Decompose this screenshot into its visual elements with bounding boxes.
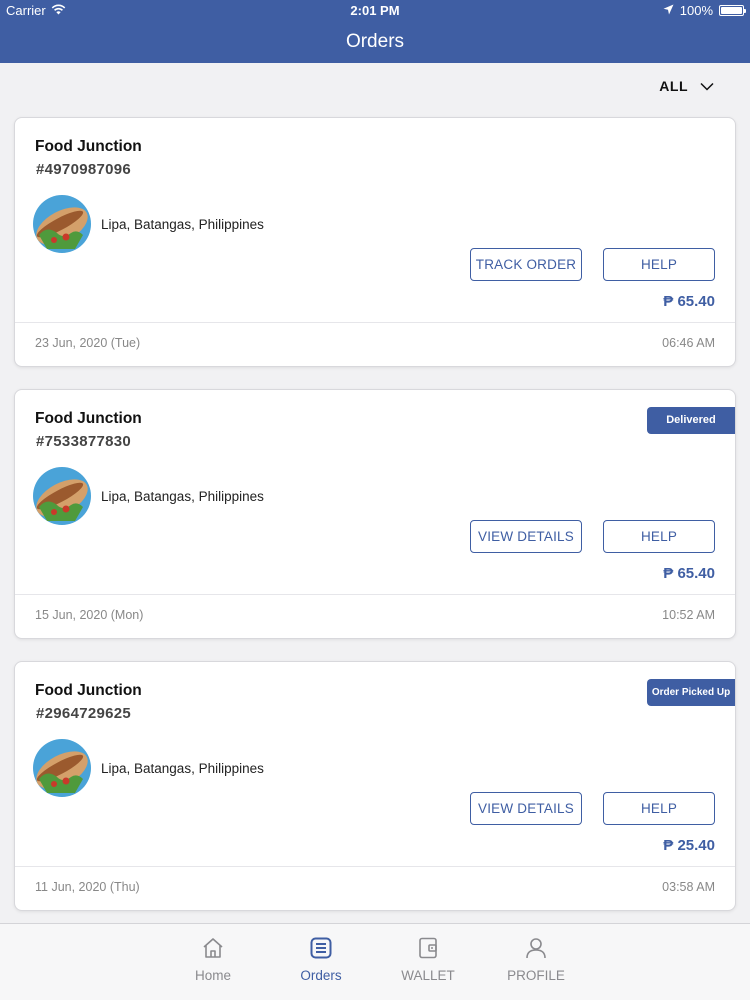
- bottom-tab-bar: Home Orders WALLET PROFILE: [0, 923, 750, 1000]
- order-time: 10:52 AM: [662, 608, 715, 622]
- card-divider: [15, 866, 735, 867]
- tab-label: WALLET: [401, 968, 455, 983]
- order-number: #7533877830: [36, 433, 132, 450]
- food-thumbnail: [33, 195, 91, 253]
- tab-home[interactable]: Home: [168, 936, 258, 983]
- status-time: 2:01 PM: [350, 3, 400, 18]
- home-icon: [168, 936, 258, 960]
- order-time: 03:58 AM: [662, 880, 715, 894]
- order-price: ₱ 65.40: [663, 293, 715, 310]
- order-card: Food Junction #4970987096 Lipa, Batangas…: [14, 117, 736, 367]
- wallet-icon: [383, 936, 473, 960]
- food-thumbnail: [33, 467, 91, 525]
- app-header: Carrier 2:01 PM 100% Orders: [0, 0, 750, 63]
- order-number: #4970987096: [36, 161, 132, 178]
- view-details-button[interactable]: VIEW DETAILS: [470, 792, 582, 825]
- delivery-address: Lipa, Batangas, Philippines: [101, 489, 264, 504]
- order-time: 06:46 AM: [662, 336, 715, 350]
- orders-icon: [276, 936, 366, 960]
- battery-percent: 100%: [679, 3, 713, 18]
- order-date: 11 Jun, 2020 (Thu): [35, 880, 140, 894]
- profile-icon: [491, 936, 581, 960]
- status-badge: Delivered: [647, 407, 735, 434]
- filter-label: ALL: [659, 78, 688, 94]
- tab-profile[interactable]: PROFILE: [491, 936, 581, 983]
- order-card: Food Junction #2964729625 Order Picked U…: [14, 661, 736, 911]
- tab-orders[interactable]: Orders: [276, 936, 366, 983]
- status-bar: Carrier 2:01 PM 100%: [0, 0, 750, 22]
- battery-icon: [719, 5, 746, 16]
- help-button[interactable]: HELP: [603, 520, 715, 553]
- view-details-button[interactable]: VIEW DETAILS: [470, 520, 582, 553]
- order-filter-dropdown[interactable]: ALL: [659, 78, 714, 94]
- tab-label: Home: [194, 968, 231, 983]
- restaurant-name: Food Junction: [35, 410, 142, 427]
- order-date: 15 Jun, 2020 (Mon): [35, 608, 144, 622]
- help-button[interactable]: HELP: [603, 792, 715, 825]
- tab-wallet[interactable]: WALLET: [383, 936, 473, 983]
- tab-label: Orders: [300, 968, 342, 983]
- location-arrow-icon: [663, 3, 674, 18]
- restaurant-name: Food Junction: [35, 138, 142, 155]
- delivery-address: Lipa, Batangas, Philippines: [101, 217, 264, 232]
- chevron-down-icon: [700, 78, 714, 94]
- page-title: Orders: [345, 31, 405, 52]
- food-thumbnail: [33, 739, 91, 797]
- tab-label: PROFILE: [507, 968, 565, 983]
- restaurant-name: Food Junction: [35, 682, 142, 699]
- order-price: ₱ 65.40: [663, 565, 715, 582]
- card-divider: [15, 322, 735, 323]
- delivery-address: Lipa, Batangas, Philippines: [101, 761, 264, 776]
- order-card: Food Junction #7533877830 Delivered Lipa…: [14, 389, 736, 639]
- status-badge: Order Picked Up: [647, 679, 735, 706]
- track-order-button[interactable]: TRACK ORDER: [470, 248, 582, 281]
- help-button[interactable]: HELP: [603, 248, 715, 281]
- card-divider: [15, 594, 735, 595]
- order-price: ₱ 25.40: [663, 837, 715, 854]
- order-number: #2964729625: [36, 705, 132, 722]
- order-date: 23 Jun, 2020 (Tue): [35, 336, 141, 350]
